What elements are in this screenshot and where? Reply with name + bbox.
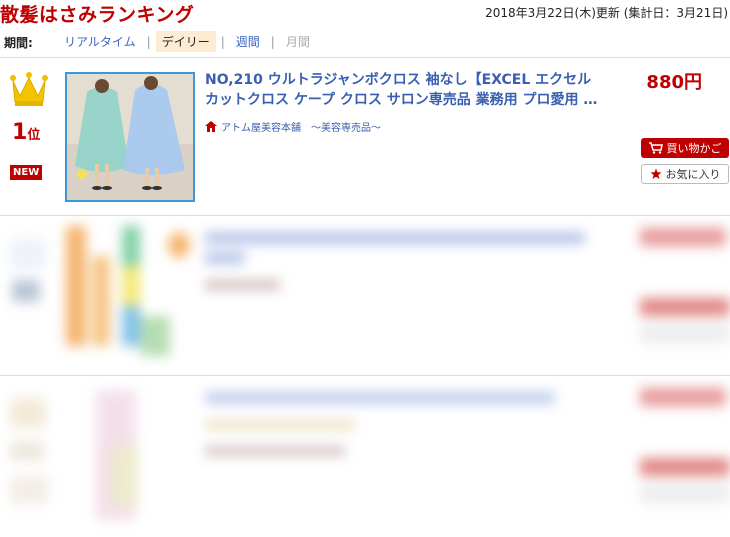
shop-tagline: ～美容専売品～ — [311, 123, 381, 134]
tab-monthly: 月間 — [285, 35, 310, 49]
fav-label: お気に入り — [665, 168, 721, 181]
ranking-item-blurred — [0, 376, 730, 537]
shop-link[interactable]: アトム屋美容本舗 ～美容専売品～ — [205, 119, 381, 134]
period-tabs: リアルタイム | デイリー | 週間 | 月間 — [58, 31, 316, 52]
tab-weekly[interactable]: 週間 — [230, 31, 266, 52]
tab-separator: | — [220, 34, 225, 49]
blurred-content — [0, 376, 730, 537]
period-bar: 期間: リアルタイム | デイリー | 週間 | 月間 — [0, 28, 730, 58]
star-icon — [650, 168, 662, 180]
product-image[interactable] — [65, 72, 195, 202]
new-badge: NEW — [10, 165, 43, 180]
cart-label: 買い物かご — [666, 142, 722, 155]
tab-realtime[interactable]: リアルタイム — [58, 31, 142, 52]
tab-daily[interactable]: デイリー — [155, 31, 216, 52]
product-price: 880円 — [646, 72, 702, 93]
cart-icon — [648, 142, 663, 154]
page-title: 散髪はさみランキング — [0, 4, 195, 26]
ranking-item-blurred — [0, 216, 730, 376]
tab-separator: | — [270, 34, 275, 49]
update-date: 2018年3月22日(木)更新 (集計日：3月21日) — [485, 6, 728, 20]
home-icon — [205, 121, 217, 132]
favorite-button[interactable]: お気に入り — [641, 164, 729, 184]
ranking-item: 1位 NEW NO,210 ウルトラジャンボクロス 袖なし【EXCEL エクセル… — [0, 58, 730, 216]
crown-icon — [10, 72, 48, 106]
add-to-cart-button[interactable]: 買い物かご — [641, 138, 729, 158]
shop-name: アトム屋美容本舗 — [221, 123, 301, 134]
period-label: 期間: — [4, 36, 33, 50]
product-photo — [67, 74, 193, 200]
product-title-link[interactable]: NO,210 ウルトラジャンボクロス 袖なし【EXCEL エクセル カットクロス… — [205, 70, 605, 110]
blurred-content — [0, 216, 730, 376]
tab-separator: | — [146, 34, 151, 49]
rank-number: 1位 — [12, 120, 41, 145]
ranking-header: 散髪はさみランキング 2018年3月22日(木)更新 (集計日：3月21日) — [0, 0, 730, 28]
